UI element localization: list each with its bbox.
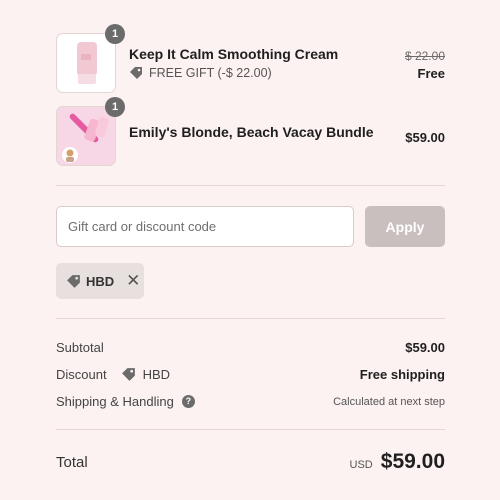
- apply-button[interactable]: Apply: [365, 206, 445, 247]
- quantity-badge: 1: [105, 24, 125, 44]
- tag-icon: [67, 274, 80, 288]
- total-value: $59.00: [380, 450, 445, 473]
- original-price: $ 22.00: [404, 49, 445, 63]
- applied-discount-chip: HBD ✕: [56, 263, 144, 299]
- subtotal-label: Subtotal: [56, 340, 104, 355]
- subtotal-value: $59.00: [405, 340, 445, 355]
- bundle-image: [62, 113, 109, 163]
- item-price: $ 22.00 Free: [405, 49, 445, 81]
- discount-row: Discount HBD Free shipping: [56, 367, 445, 382]
- current-price: $59.00: [405, 130, 445, 145]
- divider: [56, 429, 445, 430]
- tag-icon: [121, 368, 135, 381]
- shipping-value: Calculated at next step: [333, 395, 445, 408]
- line-item: 1 Keep It Calm Smoothing Cream FREE GIFT…: [56, 24, 445, 93]
- cream-tube-image: [77, 42, 97, 84]
- product-thumbnail: [56, 106, 116, 166]
- item-name: Keep It Calm Smoothing Cream: [129, 46, 339, 62]
- subtotal-row: Subtotal $59.00: [56, 340, 445, 355]
- shipping-label: Shipping & Handling: [56, 394, 174, 409]
- gift-label: FREE GIFT (-$ 22.00): [149, 66, 272, 80]
- currency-code: USD: [349, 459, 373, 471]
- shipping-row: Shipping & Handling ? Calculated at next…: [56, 394, 445, 409]
- remove-discount-icon[interactable]: ✕: [126, 271, 140, 291]
- item-price: $59.00: [405, 130, 445, 145]
- tag-icon: [130, 67, 142, 79]
- total-label: Total: [56, 453, 88, 471]
- item-name: Emily's Blonde, Beach Vacay Bundle: [129, 124, 374, 140]
- divider: [56, 185, 445, 186]
- discount-value: Free shipping: [359, 367, 445, 382]
- applied-code: HBD: [86, 273, 115, 289]
- gift-discount-line: FREE GIFT (-$ 22.00): [129, 66, 272, 80]
- divider: [56, 318, 445, 319]
- discount-code-input[interactable]: [56, 206, 354, 247]
- line-item: 1 Emily's Blonde, Beach Vacay Bundle $59…: [56, 97, 445, 166]
- help-icon[interactable]: ?: [181, 395, 195, 408]
- current-price: Free: [417, 66, 445, 81]
- product-thumbnail: [56, 33, 116, 93]
- total-row: Total USD $59.00: [56, 447, 445, 477]
- quantity-badge: 1: [105, 97, 125, 117]
- discount-code: HBD: [142, 367, 171, 382]
- discount-label: Discount: [56, 367, 107, 382]
